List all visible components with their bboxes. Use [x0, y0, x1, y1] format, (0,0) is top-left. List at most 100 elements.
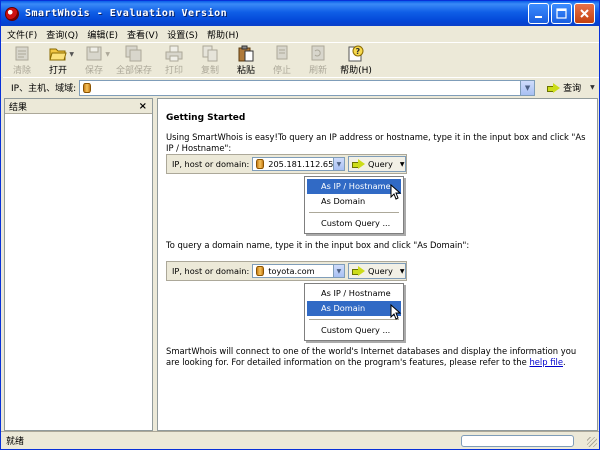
open-button[interactable]: ▼ 打开: [41, 44, 75, 77]
results-close-icon[interactable]: ×: [139, 101, 147, 112]
maximize-icon: [556, 8, 567, 19]
demo-ip-value: 205.181.112.65: [268, 159, 334, 169]
query-button[interactable]: 查询 ▼: [547, 81, 595, 94]
demo-domain-label: IP, host or domain:: [172, 266, 250, 276]
save-icon: [86, 46, 102, 61]
demo-ip-menu: As IP / Hostname As Domain Custom Query …: [304, 176, 404, 234]
footer-end: .: [562, 357, 566, 367]
status-bar: 就绪: [1, 431, 599, 449]
save-dropdown-icon[interactable]: ▼: [105, 51, 110, 58]
paste-icon: [238, 45, 254, 62]
address-bar: IP、主机、域域: ▼ 查询 ▼: [3, 77, 599, 97]
menu-as-ip-hostname: As IP / Hostname: [321, 288, 391, 298]
mouse-cursor-icon: [390, 304, 402, 320]
demo-dropdown-icon: ▼: [332, 265, 344, 277]
title-bar[interactable]: SmartWhois - Evaluation Version: [1, 1, 599, 26]
maximize-button[interactable]: [551, 3, 572, 24]
footer-body: SmartWhois will connect to one of the wo…: [166, 346, 577, 367]
print-label: 打印: [164, 66, 183, 76]
menu-view[interactable]: 查看(V): [127, 28, 158, 41]
query-label: 查询: [563, 84, 582, 94]
domain-text: To query a domain name, type it in the i…: [166, 240, 470, 250]
save-all-icon: [125, 45, 142, 62]
address-combo[interactable]: ▼: [79, 79, 536, 96]
save-all-button[interactable]: 全部保存: [113, 44, 155, 77]
database-icon: [256, 159, 265, 169]
address-label: IP、主机、域域:: [11, 84, 77, 94]
arrow-right-icon: [547, 82, 561, 93]
copy-button[interactable]: 复制: [193, 44, 227, 77]
footer-text: SmartWhois will connect to one of the wo…: [166, 346, 590, 368]
demo-domain-input: toyota.com ▼: [252, 264, 345, 278]
menu-as-domain: As Domain: [307, 301, 401, 316]
menu-edit[interactable]: 编辑(E): [87, 28, 118, 41]
window-title: SmartWhois - Evaluation Version: [25, 8, 228, 19]
demo-domain-query-bar: IP, host or domain: toyota.com ▼ Query ▼: [166, 261, 407, 281]
refresh-label: 刷新: [308, 66, 327, 76]
getting-started-pane: Getting Started Using SmartWhois is easy…: [157, 98, 598, 431]
results-pane: 结果 ×: [4, 98, 153, 431]
clear-icon: [15, 46, 29, 61]
print-button[interactable]: 打印: [157, 44, 191, 77]
open-label: 打开: [48, 66, 67, 76]
demo-ip-input: 205.181.112.65 ▼: [252, 157, 345, 171]
save-all-label: 全部保存: [115, 66, 152, 76]
query-dropdown-icon[interactable]: ▼: [590, 84, 595, 91]
arrow-right-icon: [351, 159, 365, 169]
paste-button[interactable]: 粘贴: [229, 44, 263, 77]
menu-separator: [309, 319, 399, 320]
arrow-right-icon: [351, 266, 365, 276]
help-file-link[interactable]: help file: [529, 357, 563, 367]
open-folder-icon: [49, 48, 67, 61]
results-title: 结果: [9, 102, 28, 113]
app-icon: [5, 6, 19, 21]
copy-icon: [202, 45, 218, 62]
demo-dropdown-icon: ▼: [332, 158, 344, 170]
address-input[interactable]: [91, 81, 512, 94]
chevron-down-icon: ▼: [399, 160, 405, 168]
print-icon: [165, 45, 183, 62]
clear-button[interactable]: 清除: [5, 44, 39, 77]
menu-file[interactable]: 文件(F): [7, 28, 37, 41]
minimize-icon: [534, 15, 542, 18]
paste-label: 粘贴: [236, 66, 255, 76]
menu-help[interactable]: 帮助(H): [207, 28, 239, 41]
chevron-down-icon: ▼: [399, 267, 405, 275]
save-label: 保存: [84, 66, 103, 76]
app-window: SmartWhois - Evaluation Version 文件(F) 查询…: [0, 0, 600, 450]
demo-ip-label: IP, host or domain:: [172, 159, 250, 169]
refresh-button[interactable]: 刷新: [301, 44, 335, 77]
help-label: 帮助(H): [340, 66, 372, 76]
demo-query-label: Query: [367, 159, 393, 169]
menu-separator: [309, 212, 399, 213]
save-button[interactable]: ▼ 保存: [77, 44, 111, 77]
database-icon: [256, 266, 265, 276]
demo-ip-query-button: Query ▼: [347, 156, 406, 172]
results-header: 结果 ×: [5, 99, 152, 114]
help-icon: ?: [348, 45, 364, 62]
minimize-button[interactable]: [528, 3, 549, 24]
stop-button[interactable]: 停止: [265, 44, 299, 77]
help-button[interactable]: ? 帮助(H): [337, 44, 375, 77]
open-dropdown-icon[interactable]: ▼: [69, 51, 74, 58]
demo-ip-query-bar: IP, host or domain: 205.181.112.65 ▼ Que…: [166, 154, 407, 174]
mouse-cursor-icon: [390, 184, 402, 200]
database-icon: [83, 82, 92, 93]
combo-dropdown-icon[interactable]: ▼: [520, 80, 535, 95]
toolbar: 清除 ▼ 打开 ▼ 保存 全部保存 打印 复制 粘贴 停止 刷新 ? 帮助(H): [5, 44, 595, 77]
demo-domain-menu: As IP / Hostname As Domain Custom Query …: [304, 283, 404, 341]
menu-bar: 文件(F) 查询(Q) 编辑(E) 查看(V) 设置(S) 帮助(H): [1, 26, 599, 43]
menu-query[interactable]: 查询(Q): [46, 28, 78, 41]
progress-bar: [461, 435, 574, 447]
stop-icon: [276, 45, 288, 60]
close-button[interactable]: [574, 3, 595, 24]
close-icon: [580, 9, 589, 18]
svg-text:?: ?: [356, 47, 361, 56]
menu-settings[interactable]: 设置(S): [167, 28, 198, 41]
menu-custom-query: Custom Query ...: [321, 218, 391, 228]
resize-grip-icon[interactable]: [587, 437, 597, 447]
demo-domain-query-button: Query ▼: [347, 263, 406, 279]
refresh-icon: [311, 45, 325, 61]
menu-as-domain: As Domain: [321, 196, 366, 206]
menu-as-ip-hostname: As IP / Hostname: [307, 179, 401, 194]
